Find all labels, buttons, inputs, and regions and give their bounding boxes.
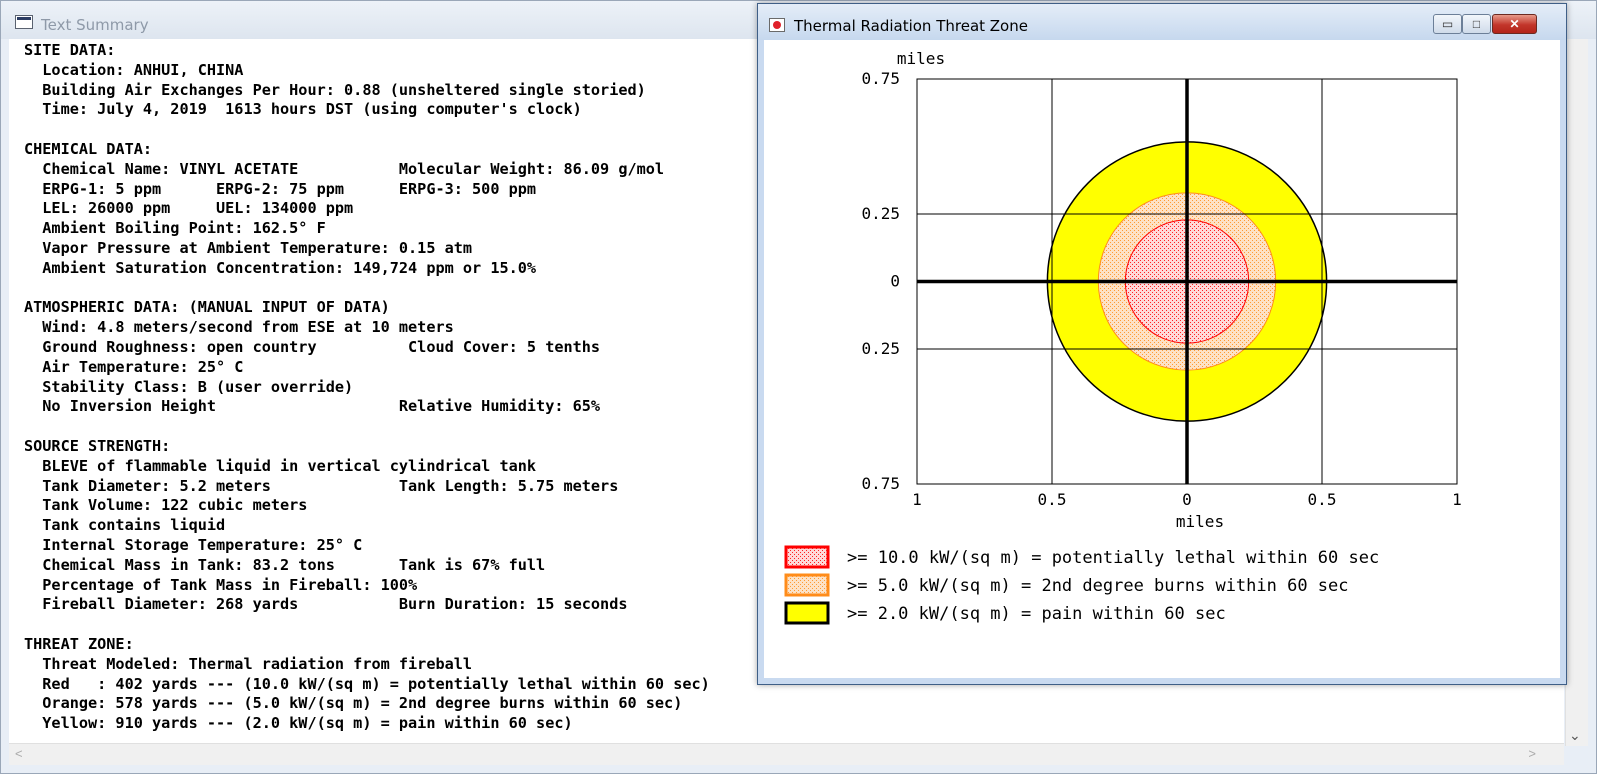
summary-line: Internal Storage Temperature: 25° C xyxy=(42,535,363,554)
x-tick-label: 0.5 xyxy=(1308,490,1337,509)
legend-label: >= 5.0 kW/(sq m) = 2nd degree burns with… xyxy=(847,576,1349,596)
threat-zone-plot-area: 1 0.5 0 0.5 1 0.75 0.25 0 0.25 0.75 miles miles >= … xyxy=(764,40,1560,678)
summary-line: Location: ANHUI, CHINA xyxy=(42,60,244,79)
summary-line: SOURCE STRENGTH: xyxy=(24,436,171,455)
summary-line: Air Temperature: 25° C xyxy=(42,357,244,376)
summary-line: ERPG-1: 5 ppm ERPG-2: 75 ppm ERPG-3: 500… xyxy=(42,179,537,198)
summary-line: Percentage of Tank Mass in Fireball: 100… xyxy=(42,575,418,594)
y-tick-label: 0.25 xyxy=(861,204,900,223)
window-app-icon xyxy=(15,15,33,29)
summary-line: Fireball Diameter: 268 yards Burn Durati… xyxy=(42,595,628,614)
legend-label: >= 10.0 kW/(sq m) = potentially lethal w… xyxy=(847,548,1379,568)
summary-line: No Inversion Height Relative Humidity: 6… xyxy=(42,397,601,416)
summary-line: Wind: 4.8 meters/second from ESE at 10 m… xyxy=(42,318,454,337)
y-tick-label: 0.75 xyxy=(861,69,900,88)
scroll-left-icon[interactable]: < xyxy=(15,746,23,761)
summary-line: SITE DATA: xyxy=(24,41,116,59)
legend-swatch xyxy=(784,573,830,597)
close-button[interactable]: ✕ xyxy=(1492,14,1537,34)
vertical-scrollbar[interactable]: ⌄ xyxy=(1565,39,1588,746)
y-tick-label: 0.25 xyxy=(861,339,900,358)
x-tick-label: 0 xyxy=(1182,490,1192,509)
scroll-right-icon[interactable]: > xyxy=(1528,746,1536,761)
threat-zone-window: Thermal Radiation Threat Zone ▭ □ ✕ 1 0.5… xyxy=(757,3,1567,685)
summary-line: Yellow: 910 yards --- (2.0 kW/(sq m) = p… xyxy=(42,714,573,733)
x-tick-label: 1 xyxy=(912,490,922,509)
y-tick-label: 0.75 xyxy=(861,474,900,493)
window-title: Text Summary xyxy=(41,16,149,34)
summary-line: Tank Diameter: 5.2 meters Tank Length: 5… xyxy=(42,476,619,495)
x-tick-label: 1 xyxy=(1452,490,1462,509)
summary-line: ATMOSPHERIC DATA: (MANUAL INPUT OF DATA) xyxy=(24,298,390,317)
summary-line: Time: July 4, 2019 1613 hours DST (using… xyxy=(42,100,582,119)
summary-line: Building Air Exchanges Per Hour: 0.88 (u… xyxy=(42,80,646,99)
summary-line: Vapor Pressure at Ambient Temperature: 0… xyxy=(42,238,473,257)
summary-line: Chemical Name: VINYL ACETATE Molecular W… xyxy=(42,159,665,178)
threat-zone-app-icon xyxy=(769,18,785,32)
summary-line: Stability Class: B (user override) xyxy=(42,377,354,396)
summary-line: Ground Roughness: open country Cloud Cov… xyxy=(42,337,601,356)
x-tick-label: 0.5 xyxy=(1038,490,1067,509)
legend-label: >= 2.0 kW/(sq m) = pain within 60 sec xyxy=(847,604,1226,624)
y-tick-label: 0 xyxy=(890,272,900,291)
minimize-button[interactable]: ▭ xyxy=(1433,14,1462,34)
summary-line: BLEVE of flammable liquid in vertical cy… xyxy=(42,456,537,475)
summary-line: Ambient Saturation Concentration: 149,72… xyxy=(42,258,537,277)
summary-line: Tank contains liquid xyxy=(42,516,226,535)
summary-text: SITE DATA: Location: ANHUI, CHINA Buildi… xyxy=(24,41,710,734)
summary-line: Chemical Mass in Tank: 83.2 tons Tank is… xyxy=(42,555,546,574)
summary-line: Ambient Boiling Point: 162.5° F xyxy=(42,219,326,238)
window-title: Thermal Radiation Threat Zone xyxy=(794,17,1028,35)
maximize-button[interactable]: □ xyxy=(1462,14,1491,34)
threat-zone-chart: 1 0.5 0 0.5 10.750.2500.250.75milesmiles >= … xyxy=(784,49,1462,625)
legend-swatch xyxy=(784,601,830,625)
summary-line: Tank Volume: 122 cubic meters xyxy=(42,496,308,515)
x-axis-label: miles xyxy=(1176,512,1224,531)
summary-line: CHEMICAL DATA: xyxy=(24,139,153,158)
summary-line: THREAT ZONE: xyxy=(24,634,134,653)
summary-line: LEL: 26000 ppm UEL: 134000 ppm xyxy=(42,199,354,218)
scroll-down-icon[interactable]: ⌄ xyxy=(1569,728,1581,742)
y-axis-label: miles xyxy=(897,49,945,68)
summary-line: Threat Modeled: Thermal radiation from f… xyxy=(42,654,473,673)
legend-swatch xyxy=(784,545,830,569)
threat-zone-titlebar[interactable]: Thermal Radiation Threat Zone ▭ □ ✕ xyxy=(758,4,1566,40)
summary-line: Red : 402 yards --- (10.0 kW/(sq m) = po… xyxy=(42,674,710,693)
summary-line: Orange: 578 yards --- (5.0 kW/(sq m) = 2… xyxy=(42,694,683,713)
horizontal-scrollbar[interactable]: < > xyxy=(9,743,1564,765)
